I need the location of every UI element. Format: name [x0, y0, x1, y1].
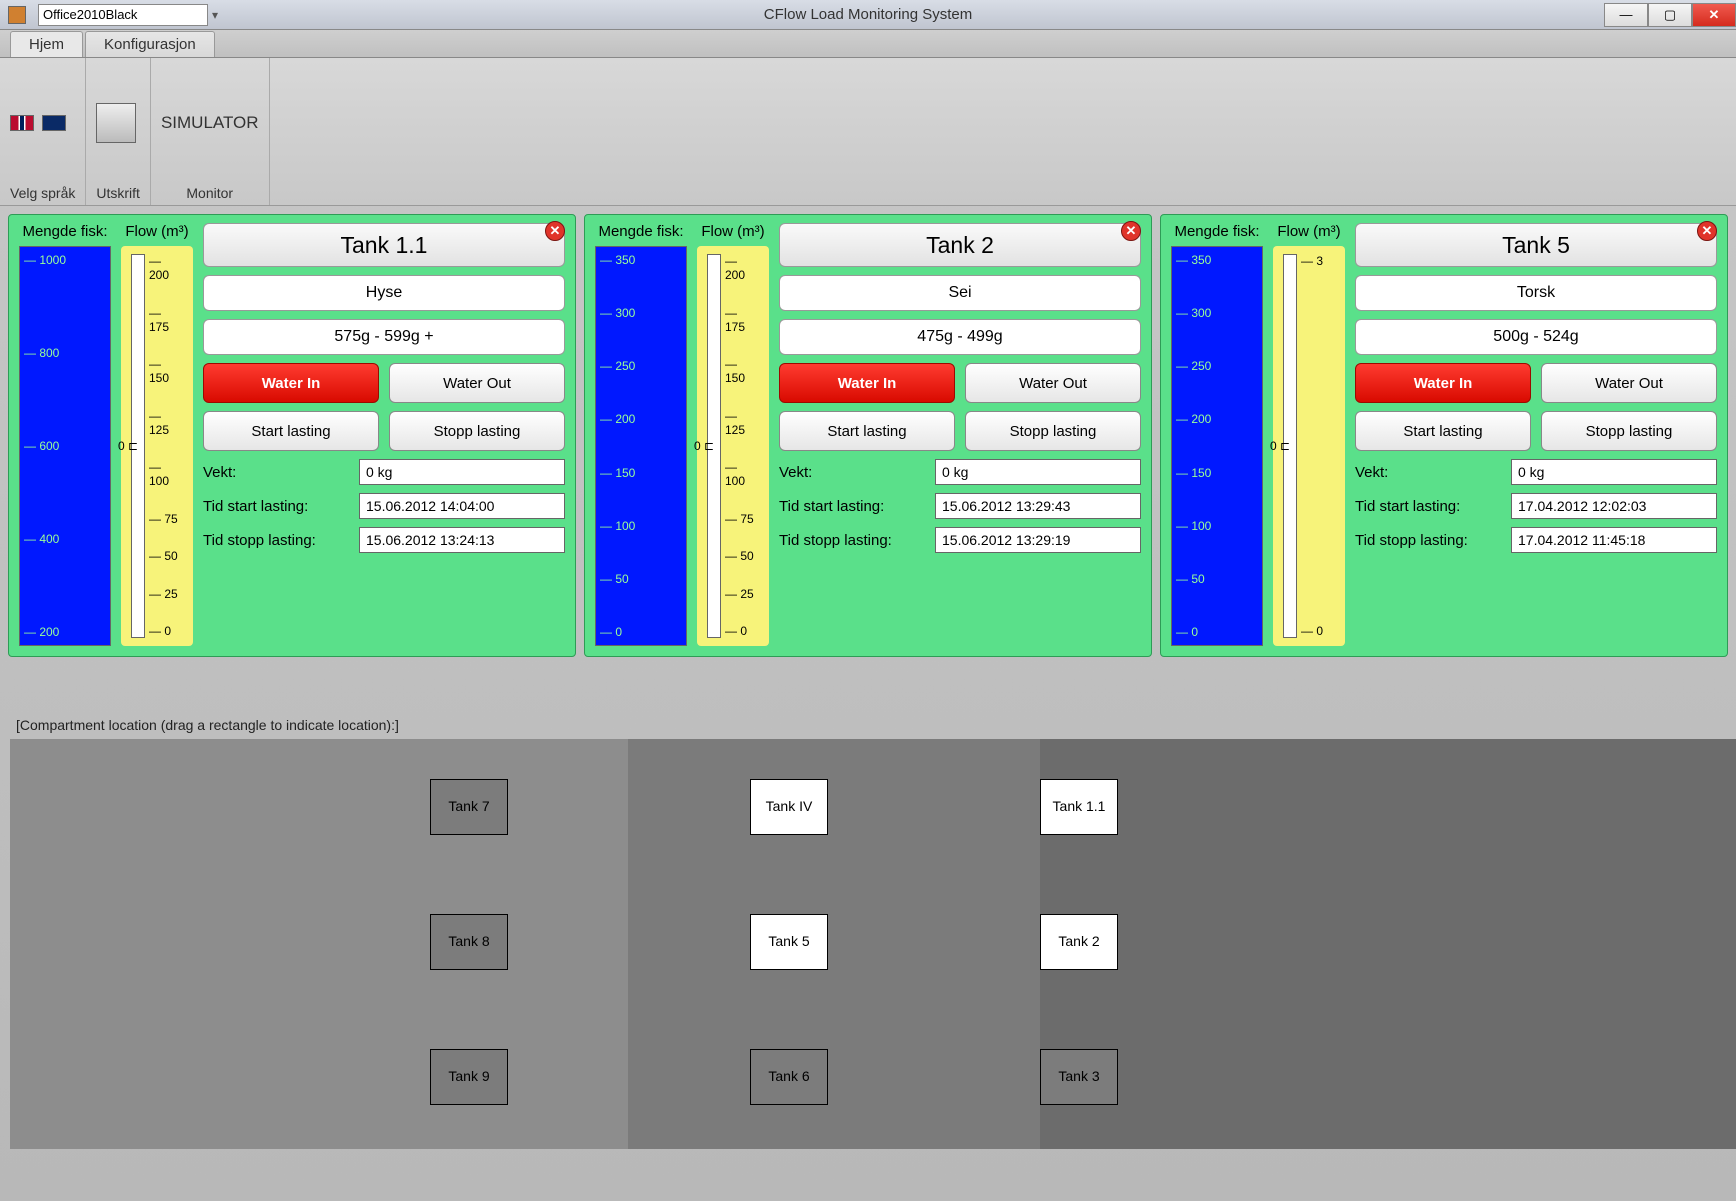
- water-out-button[interactable]: Water Out: [1541, 363, 1717, 403]
- tank-name[interactable]: Tank 2: [779, 223, 1141, 267]
- window-title: CFlow Load Monitoring System: [764, 6, 972, 23]
- flow-gauge: 0 ⊏— 3— 0: [1273, 246, 1345, 646]
- simulator-button[interactable]: SIMULATOR: [161, 113, 259, 133]
- flag-uk-icon[interactable]: [42, 115, 66, 131]
- stopp-lasting-button[interactable]: Stopp lasting: [389, 411, 565, 451]
- start-lasting-button[interactable]: Start lasting: [1355, 411, 1531, 451]
- mengde-gauge: — 350— 300— 250— 200— 150— 100— 50— 0: [595, 246, 687, 646]
- ship-segment: [628, 739, 1040, 1149]
- compartment-tank[interactable]: Tank 2: [1040, 914, 1118, 970]
- compartment-tank[interactable]: Tank 7: [430, 779, 508, 835]
- compartment-tank[interactable]: Tank 3: [1040, 1049, 1118, 1105]
- flow-label: Flow (m³): [125, 223, 188, 240]
- vekt-value[interactable]: 0 kg: [1511, 459, 1717, 485]
- tank-panel: Mengde fisk: — 350— 300— 250— 200— 150— 1…: [584, 214, 1152, 657]
- mengde-gauge: — 1000— 800— 600— 400— 200: [19, 246, 111, 646]
- tank-panels-row: Mengde fisk: — 1000— 800— 600— 400— 200 Fl…: [0, 206, 1736, 657]
- tid-stopp-value[interactable]: 17.04.2012 11:45:18: [1511, 527, 1717, 553]
- tid-start-value[interactable]: 15.06.2012 14:04:00: [359, 493, 565, 519]
- compartment-tank[interactable]: Tank 8: [430, 914, 508, 970]
- tid-stopp-value[interactable]: 15.06.2012 13:29:19: [935, 527, 1141, 553]
- vekt-label: Vekt:: [1355, 464, 1505, 481]
- vekt-label: Vekt:: [779, 464, 929, 481]
- ship-bow: [1469, 739, 1736, 1149]
- ribbon-group-language: Velg språk: [0, 58, 86, 205]
- start-lasting-button[interactable]: Start lasting: [203, 411, 379, 451]
- app-icon: [8, 6, 26, 24]
- maximize-button[interactable]: ▢: [1648, 3, 1692, 27]
- tid-stopp-label: Tid stopp lasting:: [779, 532, 929, 549]
- panel-close-icon[interactable]: ✕: [1697, 221, 1717, 241]
- species-field[interactable]: Sei: [779, 275, 1141, 311]
- water-in-button[interactable]: Water In: [1355, 363, 1531, 403]
- vekt-value[interactable]: 0 kg: [359, 459, 565, 485]
- tank-panel: Mengde fisk: — 1000— 800— 600— 400— 200 Fl…: [8, 214, 576, 657]
- tid-stopp-label: Tid stopp lasting:: [203, 532, 353, 549]
- ribbon-label-monitor: Monitor: [161, 181, 259, 201]
- tank-name[interactable]: Tank 5: [1355, 223, 1717, 267]
- panel-close-icon[interactable]: ✕: [1121, 221, 1141, 241]
- tid-start-label: Tid start lasting:: [779, 498, 929, 515]
- water-in-button[interactable]: Water In: [779, 363, 955, 403]
- ship-outline[interactable]: Tank 7 Tank IV Tank 1.1 Tank 8 Tank 5 Tank 2 T…: [10, 739, 1726, 1149]
- tid-start-value[interactable]: 15.06.2012 13:29:43: [935, 493, 1141, 519]
- weight-class-field[interactable]: 500g - 524g: [1355, 319, 1717, 355]
- weight-class-field[interactable]: 475g - 499g: [779, 319, 1141, 355]
- tab-konfigurasjon[interactable]: Konfigurasjon: [85, 31, 215, 57]
- flow-gauge: 0 ⊏— 200— 175— 150— 125— 100— 75— 50— 25…: [121, 246, 193, 646]
- tid-start-label: Tid start lasting:: [1355, 498, 1505, 515]
- start-lasting-button[interactable]: Start lasting: [779, 411, 955, 451]
- ribbon-label-language: Velg språk: [10, 181, 75, 201]
- theme-select[interactable]: [38, 4, 208, 26]
- tab-hjem[interactable]: Hjem: [10, 31, 83, 57]
- water-out-button[interactable]: Water Out: [965, 363, 1141, 403]
- ribbon-group-monitor: SIMULATOR Monitor: [151, 58, 270, 205]
- compartment-label: [Compartment location (drag a rectangle …: [16, 717, 1726, 733]
- mengde-label: Mengde fisk:: [1174, 223, 1259, 240]
- compartment-tank[interactable]: Tank 9: [430, 1049, 508, 1105]
- compartment-tank[interactable]: Tank 5: [750, 914, 828, 970]
- stopp-lasting-button[interactable]: Stopp lasting: [1541, 411, 1717, 451]
- vekt-value[interactable]: 0 kg: [935, 459, 1141, 485]
- flag-norway-icon[interactable]: [10, 115, 34, 131]
- dropdown-arrow-icon[interactable]: ▾: [212, 8, 218, 22]
- species-field[interactable]: Hyse: [203, 275, 565, 311]
- ribbon-group-print: Utskrift: [86, 58, 151, 205]
- species-field[interactable]: Torsk: [1355, 275, 1717, 311]
- mengde-gauge: — 350— 300— 250— 200— 150— 100— 50— 0: [1171, 246, 1263, 646]
- tid-start-value[interactable]: 17.04.2012 12:02:03: [1511, 493, 1717, 519]
- water-out-button[interactable]: Water Out: [389, 363, 565, 403]
- ribbon: Velg språk Utskrift SIMULATOR Monitor: [0, 58, 1736, 206]
- compartment-section: [Compartment location (drag a rectangle …: [10, 717, 1726, 1149]
- flow-label: Flow (m³): [1277, 223, 1340, 240]
- panel-close-icon[interactable]: ✕: [545, 221, 565, 241]
- compartment-tank[interactable]: Tank IV: [750, 779, 828, 835]
- titlebar: ▾ CFlow Load Monitoring System — ▢ ✕: [0, 0, 1736, 30]
- tab-strip: Hjem Konfigurasjon: [0, 30, 1736, 58]
- minimize-button[interactable]: —: [1604, 3, 1648, 27]
- ribbon-label-print: Utskrift: [96, 181, 140, 201]
- water-in-button[interactable]: Water In: [203, 363, 379, 403]
- tank-panel: Mengde fisk: — 350— 300— 250— 200— 150— 1…: [1160, 214, 1728, 657]
- compartment-tank[interactable]: Tank 1.1: [1040, 779, 1118, 835]
- tid-start-label: Tid start lasting:: [203, 498, 353, 515]
- printer-icon[interactable]: [96, 103, 136, 143]
- flow-gauge: 0 ⊏— 200— 175— 150— 125— 100— 75— 50— 25…: [697, 246, 769, 646]
- flow-label: Flow (m³): [701, 223, 764, 240]
- stopp-lasting-button[interactable]: Stopp lasting: [965, 411, 1141, 451]
- tid-stopp-value[interactable]: 15.06.2012 13:24:13: [359, 527, 565, 553]
- ship-segment: [10, 739, 628, 1149]
- mengde-label: Mengde fisk:: [22, 223, 107, 240]
- vekt-label: Vekt:: [203, 464, 353, 481]
- weight-class-field[interactable]: 575g - 599g +: [203, 319, 565, 355]
- close-button[interactable]: ✕: [1692, 3, 1736, 27]
- tid-stopp-label: Tid stopp lasting:: [1355, 532, 1505, 549]
- compartment-tank[interactable]: Tank 6: [750, 1049, 828, 1105]
- tank-name[interactable]: Tank 1.1: [203, 223, 565, 267]
- mengde-label: Mengde fisk:: [598, 223, 683, 240]
